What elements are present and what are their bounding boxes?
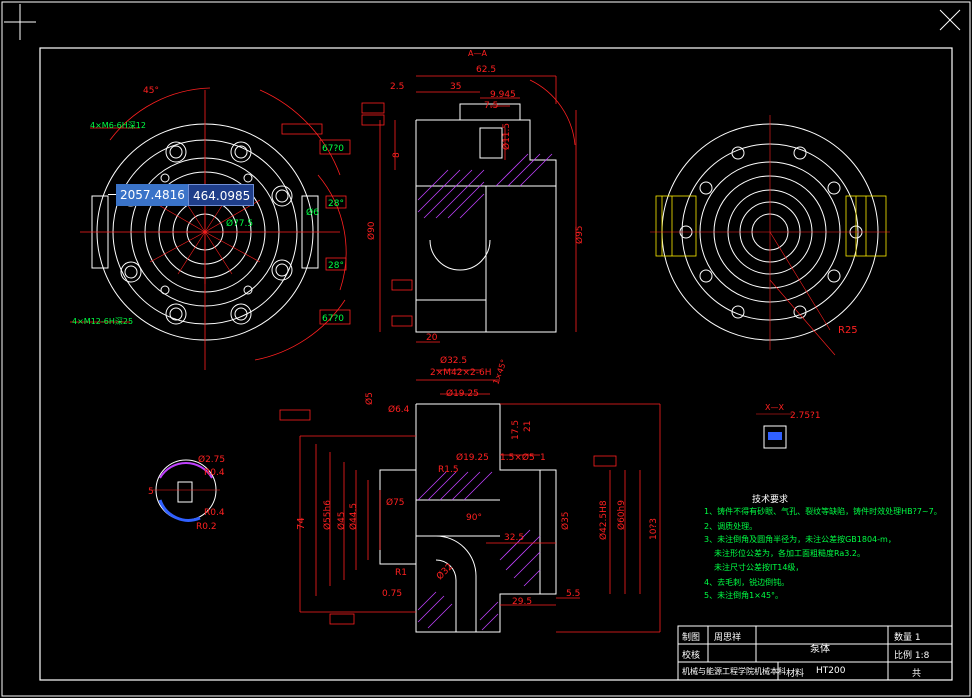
dim-r25: R25 <box>838 325 858 336</box>
tb-drawn-label: 制图 <box>682 633 701 643</box>
dim-thread-m12: 4×M12-6H深25 <box>72 317 133 326</box>
dim-7-5: 7.5 <box>484 101 498 111</box>
section-label-aa: A—A <box>468 49 487 58</box>
dim-90: Ø90 <box>366 221 377 240</box>
dim-19-25a: Ø19.25 <box>446 388 479 399</box>
dim-angle-45: 45° <box>143 86 159 96</box>
dim-32-5-len: 32.5 <box>504 533 524 543</box>
dim-35-main: Ø35 <box>560 511 571 530</box>
dim-r1: R1 <box>395 568 407 578</box>
dim-19-25b: Ø19.25 <box>456 452 489 463</box>
dim-90-deg: 90° <box>466 513 482 523</box>
note-line-2: 2、调质处理。 <box>704 522 758 531</box>
dim-1: 1 <box>540 453 546 463</box>
dim-20: 20 <box>426 333 438 343</box>
crosshair-line <box>108 194 116 195</box>
detail-dim-r04b: R0.4 <box>204 508 225 518</box>
dim-67a: 67?0 <box>322 144 344 154</box>
dim-21: 21 <box>523 421 533 432</box>
dim-28a: 28° <box>328 199 344 209</box>
dim-55h6: Ø55h6 <box>322 500 333 530</box>
dim-74: 74 <box>296 517 307 530</box>
tb-school: 机械与能源工程学院机械本科 <box>682 667 786 676</box>
dim-28b: 28° <box>328 261 344 271</box>
note-line-4: 未注形位公差为，各加工面粗糙度Ra3.2。 <box>714 549 866 558</box>
note-line-3: 3、未注倒角及圆角半径为，未注公差按GB1804-m， <box>704 535 896 544</box>
dim-67b: 67?0 <box>322 314 344 324</box>
cursor-x-readout[interactable]: 2057.4816 <box>116 184 190 206</box>
dim-95: Ø95 <box>574 225 585 244</box>
dim-60h9: Ø60h9 <box>616 500 627 530</box>
dim-75: Ø75 <box>386 497 405 508</box>
dim-5: Ø5 <box>364 392 375 405</box>
tb-part-name: 泵体 <box>810 644 830 655</box>
dim-5-5: 5.5 <box>566 589 580 599</box>
note-line-1: 1、铸件不得有砂眼、气孔、裂纹等缺陷，铸件时效处理HB?7~7。 <box>704 507 942 516</box>
dim-0-75: 0.75 <box>382 589 402 599</box>
dim-45: Ø45 <box>336 511 347 530</box>
tb-qty: 数量 1 <box>894 633 921 643</box>
tb-drawn-name: 周思祥 <box>714 633 742 643</box>
dim-1-5x5: 1.5×Ø5 <box>500 452 535 463</box>
dim-62-5: 62.5 <box>476 65 496 75</box>
detail-dim-r04a: R0.4 <box>204 468 225 478</box>
tb-check-label: 校核 <box>682 651 701 661</box>
note-line-5: 未注尺寸公差按IT14级， <box>714 563 804 572</box>
dim-105: 10?3 <box>649 518 659 540</box>
tb-material-label: 材料 <box>786 669 805 679</box>
tb-scale: 比例 1:8 <box>894 651 930 661</box>
dim-35: 35 <box>450 82 461 92</box>
dim-thread-m6: 4×M6-6H深12 <box>90 121 146 130</box>
dim-9-945: 9.945 <box>490 90 516 100</box>
dim-r1-5: R1.5 <box>438 465 459 475</box>
dim-42-5h8: Ø42.5H8 <box>598 500 609 540</box>
detail-dim-5: 5 <box>148 487 154 497</box>
notes-title: 技术要求 <box>752 495 789 505</box>
dim-2-5: 2.5 <box>390 82 404 92</box>
dim-6-4: Ø6.4 <box>388 404 410 415</box>
tb-material: HT200 <box>816 666 846 676</box>
dim-17-5: 17.5 <box>511 420 521 440</box>
dim-29-5: 29.5 <box>512 597 532 607</box>
dim-2-75-1: 2.75?1 <box>790 411 821 421</box>
note-line-7: 5、未注倒角1×45°。 <box>704 591 784 600</box>
detail-dim-2-75: Ø2.75 <box>198 454 225 465</box>
dim-32-5: Ø32.5 <box>440 355 467 366</box>
tb-sheet: 共 <box>912 669 922 679</box>
cad-drawing-canvas[interactable]: 45° 4×M6-6H深12 4×M12-6H深25 67?0 67?0 28°… <box>0 0 972 698</box>
dim-77: Ø77.5 <box>226 218 253 229</box>
note-line-6: 4、去毛刺，锐边倒钝。 <box>704 578 790 587</box>
dim-44-5: Ø44.5 <box>348 503 359 530</box>
cursor-y-readout[interactable]: 464.0985 <box>188 184 254 206</box>
dim-8: 8 <box>392 152 402 158</box>
detail-dim-r02: R0.2 <box>196 522 217 532</box>
dim-6: Ø6 <box>306 207 319 218</box>
dim-11-5: Ø11.5 <box>501 123 512 150</box>
section-label-xx: X—X <box>765 403 784 412</box>
dim-thread-m42: 2×M42×2-6H <box>430 368 492 378</box>
